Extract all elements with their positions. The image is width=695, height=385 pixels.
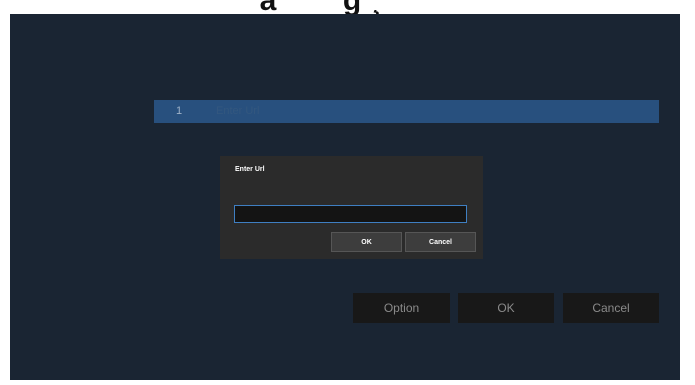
page-title: ä ¨ ‘ ’ g ¸ ’ ’ ‘ — [0, 0, 695, 14]
url-input[interactable] — [234, 205, 467, 223]
ok-button[interactable]: OK — [458, 293, 554, 323]
list-item-number: 1 — [176, 105, 183, 117]
dialog-title: Enter Url — [235, 166, 265, 173]
title-strip: ä ¨ ‘ ’ g ¸ ’ ’ ‘ — [0, 0, 695, 14]
dialog-ok-button[interactable]: OK — [331, 232, 402, 252]
option-button[interactable]: Option — [353, 293, 450, 323]
list-item-label: Enter Url — [216, 105, 260, 117]
dialog-cancel-button[interactable]: Cancel — [405, 232, 476, 252]
cancel-button[interactable]: Cancel — [563, 293, 659, 323]
